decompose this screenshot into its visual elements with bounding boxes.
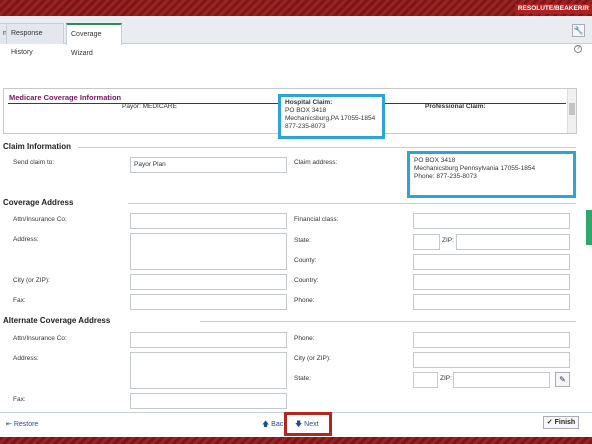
phone-field[interactable] xyxy=(413,294,570,310)
back-button[interactable]: 🡅 Bac xyxy=(262,420,283,431)
arrow-down-icon: 🡇 xyxy=(295,421,305,428)
fax-field[interactable] xyxy=(130,294,287,310)
claim-address-line: Phone: 877-235-8073 xyxy=(414,173,477,180)
scroll-thumb[interactable] xyxy=(569,103,575,115)
hospital-claim-title: Hospital Claim: xyxy=(285,99,333,106)
tab-response-history[interactable]: Response History xyxy=(6,23,64,56)
claim-address-line: Mechanicsburg Pennsylvania 17055-1854 xyxy=(414,165,536,172)
attn-label: Attn/Insurance Co: xyxy=(13,216,67,223)
alt-fax-label: Fax: xyxy=(13,396,26,403)
hospital-claim-box: Hospital Claim: PO BOX 3418 Mechanicsbur… xyxy=(278,94,385,139)
alt-attn-label: Attn/Insurance Co: xyxy=(13,335,67,342)
coverage-address-heading: Coverage Address xyxy=(3,198,74,207)
divider xyxy=(128,203,576,204)
send-claim-label: Send claim to: xyxy=(13,159,55,166)
next-label: Next xyxy=(304,421,319,428)
restore-label: Restore xyxy=(13,421,39,428)
address-field[interactable] xyxy=(130,233,287,270)
alt-state-field[interactable] xyxy=(413,372,438,388)
alt-attn-field[interactable] xyxy=(130,332,287,348)
alt-city-field[interactable] xyxy=(413,352,570,368)
pencil-icon[interactable]: ✎ xyxy=(555,372,570,387)
alt-address-heading: Alternate Coverage Address xyxy=(3,316,111,325)
phone-label: Phone: xyxy=(294,297,315,304)
send-claim-field[interactable]: Payor Plan xyxy=(130,157,287,173)
side-panel-toggle[interactable] xyxy=(586,210,592,245)
county-label: County: xyxy=(294,257,317,264)
claim-info-heading: Claim Information xyxy=(3,142,72,151)
alt-address-label: Address: xyxy=(13,355,39,362)
zip-label: ZIP: xyxy=(442,237,454,244)
state-field[interactable] xyxy=(413,234,440,250)
title-bar: RESOLUTE/BEAKER/R xyxy=(0,0,592,16)
alt-zip-label: ZIP: xyxy=(440,375,452,382)
country-field[interactable] xyxy=(413,274,570,290)
restore-icon: ⇤ xyxy=(6,421,14,428)
alt-state-label: State: xyxy=(294,375,311,382)
alt-city-label: City (or ZIP): xyxy=(294,355,331,362)
medicare-title: Medicare Coverage Information xyxy=(9,93,122,102)
environment-label: RESOLUTE/BEAKER/R xyxy=(514,4,592,14)
tab-bar: n Response History Coverage Wizard xyxy=(0,16,592,57)
city-label: City (or ZIP): xyxy=(13,277,50,284)
help-icon[interactable]: ? xyxy=(574,45,582,53)
alt-address-field[interactable] xyxy=(130,352,287,389)
check-icon: ✓ xyxy=(546,419,555,426)
city-field[interactable] xyxy=(130,274,287,290)
bottom-strip xyxy=(0,437,592,444)
alt-phone-field[interactable] xyxy=(413,332,570,348)
claim-address-box[interactable]: PO BOX 3418 Mechanicsburg Pennsylvania 1… xyxy=(407,151,576,198)
alt-zip-field[interactable] xyxy=(453,372,550,388)
attn-field[interactable] xyxy=(130,213,287,229)
scrollbar[interactable] xyxy=(567,89,576,133)
payor-label: Payor: MEDICARE xyxy=(122,103,177,110)
finish-label: Finish xyxy=(554,419,576,426)
financial-class-field[interactable] xyxy=(413,213,570,229)
professional-claim-label: Professional Claim: xyxy=(425,103,486,110)
finish-button[interactable]: ✓ Finish xyxy=(543,416,579,429)
wrench-icon[interactable]: 🔧 xyxy=(572,24,585,37)
tab-coverage-wizard[interactable]: Coverage Wizard xyxy=(66,23,122,57)
claim-address-line: PO BOX 3418 xyxy=(414,157,456,164)
alt-fax-field[interactable] xyxy=(130,393,287,409)
arrow-up-icon: 🡅 xyxy=(262,421,272,428)
alt-phone-label: Phone: xyxy=(294,335,315,342)
fax-label: Fax: xyxy=(13,297,26,304)
divider xyxy=(200,321,576,322)
back-label: Bac xyxy=(271,421,284,428)
zip-field[interactable] xyxy=(456,234,570,250)
country-label: Country: xyxy=(294,277,319,284)
hospital-line: 877-235-8073 xyxy=(285,123,326,130)
hospital-line: Mechanicsburg,PA 17055-1854 xyxy=(285,115,376,122)
divider xyxy=(78,147,576,148)
claim-address-label: Claim address: xyxy=(294,159,338,166)
financial-class-label: Financial class: xyxy=(294,216,339,223)
county-field[interactable] xyxy=(413,254,570,270)
next-button-highlight: 🡇 Next xyxy=(284,412,332,436)
hospital-line: PO BOX 3418 xyxy=(285,107,327,114)
address-label: Address: xyxy=(13,236,39,243)
next-button[interactable]: 🡇 Next xyxy=(295,420,319,431)
restore-button[interactable]: ⇤ Restore xyxy=(6,420,38,428)
state-label: State: xyxy=(294,237,311,244)
